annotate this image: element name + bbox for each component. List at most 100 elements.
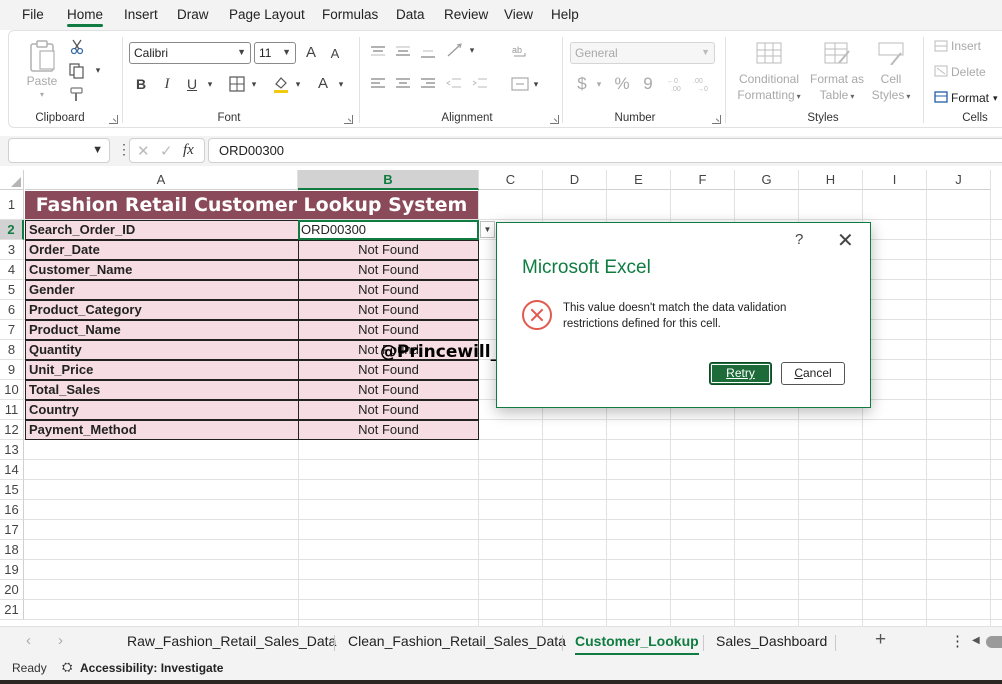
- format-cells-button[interactable]: Format: [951, 90, 993, 106]
- field-value-cell[interactable]: Not Found: [298, 320, 479, 340]
- format-as-table-icon[interactable]: [821, 39, 853, 67]
- format-dropdown-icon[interactable]: ▾: [993, 90, 1001, 106]
- font-color-button[interactable]: A: [315, 73, 331, 93]
- more-icon[interactable]: ⋮: [950, 632, 965, 650]
- column-header[interactable]: C: [479, 170, 543, 190]
- field-value-cell[interactable]: Not Found: [298, 360, 479, 380]
- font-launcher-icon[interactable]: [344, 115, 353, 124]
- delete-cells-icon[interactable]: [933, 64, 949, 78]
- field-value-cell[interactable]: Not Found: [298, 300, 479, 320]
- row-header[interactable]: 13: [0, 440, 24, 460]
- row-header[interactable]: 17: [0, 520, 24, 540]
- decrease-indent-icon[interactable]: [445, 76, 463, 92]
- column-header[interactable]: G: [735, 170, 799, 190]
- borders-icon[interactable]: [227, 75, 247, 93]
- menu-data[interactable]: Data: [396, 7, 425, 22]
- field-value-cell[interactable]: Not Found: [298, 240, 479, 260]
- column-header[interactable]: E: [607, 170, 671, 190]
- italic-button[interactable]: I: [159, 74, 175, 94]
- search-label-cell[interactable]: Search_Order_ID: [25, 220, 298, 240]
- scroll-tabs-left-icon[interactable]: ‹: [26, 632, 31, 649]
- align-middle-icon[interactable]: [394, 43, 412, 59]
- name-box[interactable]: ▼: [8, 138, 110, 163]
- help-button[interactable]: ?: [795, 231, 803, 248]
- cut-icon[interactable]: [67, 38, 87, 56]
- row-header[interactable]: 5: [0, 280, 24, 300]
- insert-function-button[interactable]: fx: [183, 142, 194, 159]
- accessibility-status[interactable]: Accessibility: Investigate: [80, 661, 223, 675]
- menu-review[interactable]: Review: [444, 7, 488, 22]
- column-header[interactable]: F: [671, 170, 735, 190]
- number-format-combo[interactable]: General ▼: [570, 42, 715, 64]
- column-header[interactable]: J: [927, 170, 991, 190]
- currency-dropdown-icon[interactable]: ▾: [594, 76, 604, 92]
- accessibility-icon[interactable]: ⛭: [62, 659, 72, 675]
- orientation-icon[interactable]: [445, 41, 465, 59]
- currency-button[interactable]: $: [574, 74, 590, 94]
- sheet-tab[interactable]: Raw_Fashion_Retail_Sales_Data: [127, 633, 336, 649]
- alignment-launcher-icon[interactable]: [550, 115, 559, 124]
- field-label-cell[interactable]: Product_Name: [25, 320, 298, 340]
- row-header[interactable]: 11: [0, 400, 24, 420]
- field-label-cell[interactable]: Unit_Price: [25, 360, 298, 380]
- bold-button[interactable]: B: [133, 74, 149, 94]
- clipboard-launcher-icon[interactable]: [109, 115, 118, 124]
- paste-icon[interactable]: [25, 37, 59, 75]
- column-header[interactable]: D: [543, 170, 607, 190]
- format-cells-icon[interactable]: [933, 90, 949, 104]
- formula-input[interactable]: ORD00300: [208, 138, 1002, 163]
- menu-insert[interactable]: Insert: [124, 7, 158, 22]
- field-label-cell[interactable]: Quantity: [25, 340, 298, 360]
- row-header[interactable]: 12: [0, 420, 24, 440]
- row-header[interactable]: 14: [0, 460, 24, 480]
- copy-icon[interactable]: [67, 62, 87, 80]
- field-label-cell[interactable]: Customer_Name: [25, 260, 298, 280]
- search-order-id-input[interactable]: ORD00300: [298, 220, 479, 240]
- field-label-cell[interactable]: Total_Sales: [25, 380, 298, 400]
- number-launcher-icon[interactable]: [712, 115, 721, 124]
- row-header[interactable]: 15: [0, 480, 24, 500]
- column-header[interactable]: H: [799, 170, 863, 190]
- borders-dropdown-icon[interactable]: ▾: [249, 76, 259, 92]
- merge-center-icon[interactable]: [510, 76, 530, 92]
- field-label-cell[interactable]: Gender: [25, 280, 298, 300]
- field-label-cell[interactable]: Product_Category: [25, 300, 298, 320]
- font-name-combo[interactable]: Calibri ▼: [129, 42, 251, 64]
- select-all-button[interactable]: [0, 170, 24, 190]
- align-top-icon[interactable]: [369, 43, 387, 59]
- row-header[interactable]: 9: [0, 360, 24, 380]
- menu-page-layout[interactable]: Page Layout: [229, 7, 305, 22]
- underline-dropdown-icon[interactable]: ▾: [205, 76, 215, 92]
- insert-cells-icon[interactable]: [933, 39, 949, 53]
- sheet-title-cell[interactable]: Fashion Retail Customer Lookup System: [25, 191, 478, 219]
- retry-button[interactable]: Retry: [709, 362, 772, 385]
- validation-dropdown-icon[interactable]: ▼: [480, 221, 495, 238]
- row-header[interactable]: 7: [0, 320, 24, 340]
- row-header[interactable]: 6: [0, 300, 24, 320]
- row-header[interactable]: 8: [0, 340, 24, 360]
- font-size-combo[interactable]: 11 ▼: [254, 42, 296, 64]
- merge-dropdown-icon[interactable]: ▾: [531, 77, 541, 91]
- column-header[interactable]: A: [25, 170, 298, 190]
- add-sheet-icon[interactable]: +: [875, 629, 886, 651]
- format-as-table-button[interactable]: Format as Table ▾: [807, 71, 867, 105]
- row-header[interactable]: 18: [0, 540, 24, 560]
- field-label-cell[interactable]: Order_Date: [25, 240, 298, 260]
- row-header[interactable]: 4: [0, 260, 24, 280]
- comma-button[interactable]: 9: [641, 74, 655, 94]
- orientation-dropdown-icon[interactable]: ▾: [467, 43, 477, 57]
- menu-draw[interactable]: Draw: [177, 7, 209, 22]
- underline-button[interactable]: U: [184, 74, 200, 94]
- sheet-tab-active[interactable]: Customer_Lookup: [575, 633, 699, 655]
- field-value-cell[interactable]: Not Found: [298, 420, 479, 440]
- conditional-formatting-icon[interactable]: [753, 39, 785, 67]
- menu-file[interactable]: File: [22, 7, 44, 22]
- percent-button[interactable]: %: [612, 74, 632, 94]
- row-header[interactable]: 20: [0, 580, 24, 600]
- cell-styles-icon[interactable]: [875, 39, 907, 67]
- column-header[interactable]: I: [863, 170, 927, 190]
- align-center-icon[interactable]: [394, 76, 412, 92]
- sheet-tab[interactable]: Clean_Fashion_Retail_Sales_Data: [348, 633, 566, 649]
- shrink-font-button[interactable]: A: [327, 43, 343, 63]
- close-button[interactable]: ✕: [837, 228, 854, 253]
